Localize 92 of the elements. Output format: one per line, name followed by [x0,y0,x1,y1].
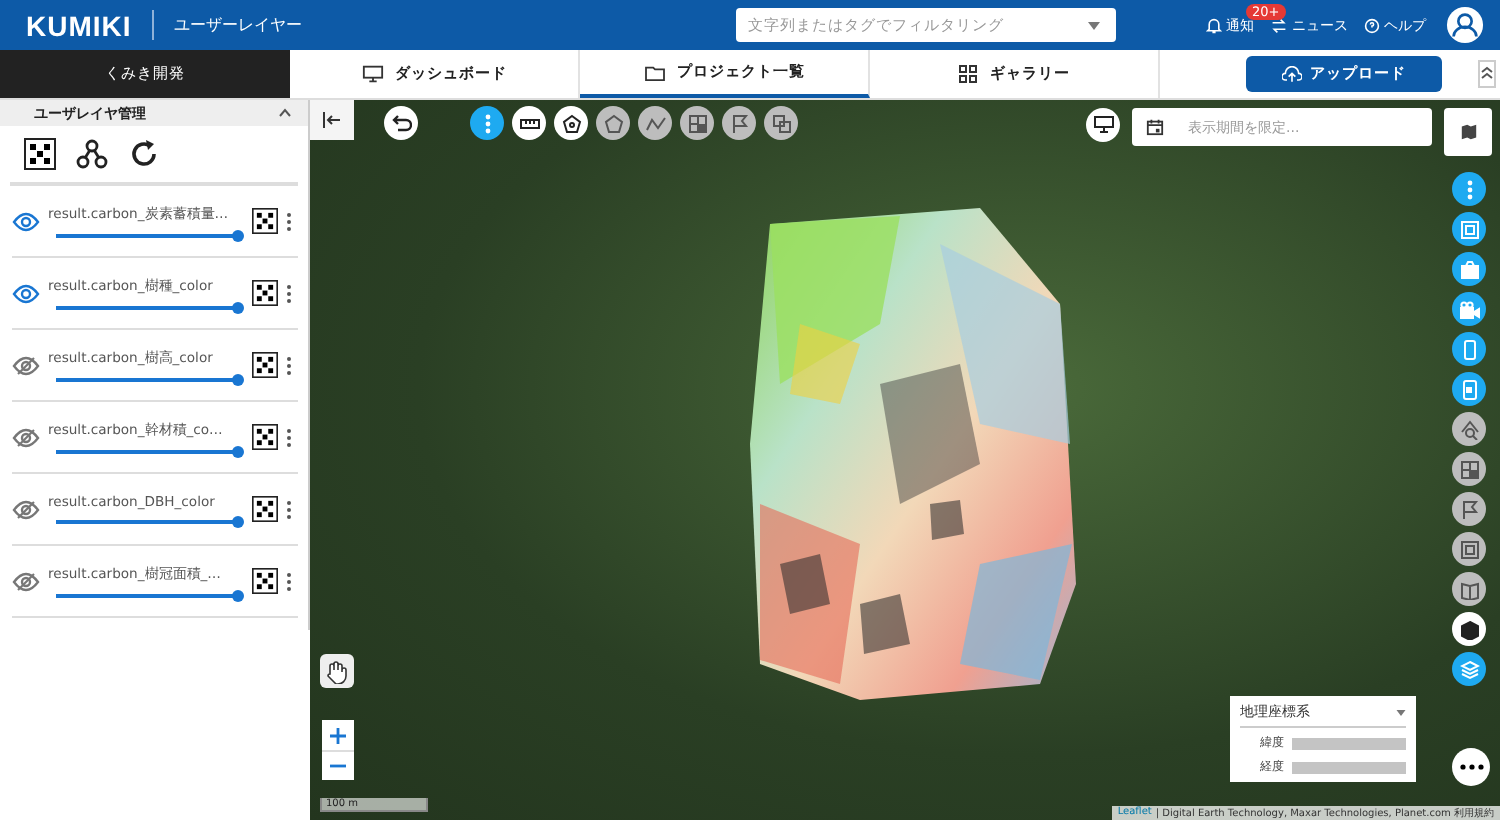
zoom-out-button[interactable] [322,750,354,780]
more-horizontal-icon [1459,764,1483,770]
tablet-icon [1459,379,1479,399]
map-rail-button[interactable] [1452,652,1486,686]
arrow-left-bar-icon [322,112,342,128]
bell-icon [1206,17,1222,33]
cube-icon [1459,619,1479,639]
cloud-upload-icon [1282,65,1302,83]
more-icon[interactable] [286,283,292,303]
map-layers-button[interactable] [1444,108,1492,156]
share-icon[interactable] [76,138,108,170]
map-tool-button[interactable] [680,106,714,140]
house-search-icon [1459,419,1479,439]
checker-icon[interactable] [252,280,278,306]
polyline-icon [645,113,665,133]
slider-thumb[interactable] [232,590,244,602]
eye-off-icon[interactable] [12,571,40,591]
grid-icon [1459,459,1479,479]
chevron-up-icon[interactable] [278,108,292,118]
calendar-icon [1146,118,1164,136]
undo-icon [391,114,411,132]
swap-arrows-icon [1270,17,1288,33]
map-tool-button[interactable] [512,106,546,140]
map-tool-button[interactable] [722,106,756,140]
folder-icon [643,63,665,81]
map-tool-button[interactable] [554,106,588,140]
map-rail-button[interactable] [1452,212,1486,246]
map-tool-button[interactable] [470,106,504,140]
caret-icon [1396,709,1406,715]
grid-icon [958,64,978,84]
latitude-value-bar [1292,737,1406,749]
phone-icon [1459,339,1479,359]
ruler-icon [519,113,539,133]
map-tool-button[interactable] [596,106,630,140]
eye-icon[interactable] [12,283,40,303]
logo[interactable]: KUMIKI [26,9,132,41]
frame-icon [1459,539,1479,559]
map-rail-button[interactable] [1452,572,1486,606]
slider-thumb[interactable] [232,446,244,458]
eye-off-icon[interactable] [12,355,40,375]
more-button[interactable] [1452,748,1490,786]
map-rail-button[interactable] [1452,292,1486,326]
hand-icon [326,659,348,683]
undo-button[interactable] [384,106,418,140]
map-tool-button[interactable] [638,106,672,140]
slider-thumb[interactable] [232,374,244,386]
map-rail-button[interactable] [1452,372,1486,406]
checker-icon[interactable] [252,424,278,450]
plus-icon [330,727,346,743]
user-avatar-icon[interactable] [1446,6,1484,44]
squares-icon [771,113,791,133]
map-rail-button[interactable] [1452,612,1486,646]
display-button[interactable] [1086,108,1120,142]
checker-icon[interactable] [252,208,278,234]
more-icon[interactable] [286,499,292,519]
page-subtitle: ユーザーレイヤー [173,14,302,36]
frame-icon [1459,219,1479,239]
eye-off-icon[interactable] [12,499,40,519]
more-icon[interactable] [286,427,292,447]
collapse-icon[interactable] [1478,60,1496,88]
eye-off-icon[interactable] [12,427,40,447]
map-icon [1459,122,1477,142]
checker-icon[interactable] [252,496,278,522]
more-icon[interactable] [286,355,292,375]
more-icon[interactable] [286,211,292,231]
checker-icon[interactable] [252,352,278,378]
longitude-value-bar [1292,761,1406,773]
layers-icon [1459,659,1479,679]
checker-icon[interactable] [24,138,56,170]
flag-icon [1459,499,1479,519]
map-rail-button[interactable] [1452,252,1486,286]
map-rail-button[interactable] [1452,332,1486,366]
caret-icon [1088,22,1100,30]
slider-thumb[interactable] [232,516,244,528]
refresh-icon[interactable] [128,138,160,170]
checker-icon[interactable] [252,568,278,594]
pentagon-icon [603,113,623,133]
video-camera-icon [1459,299,1479,319]
grid-icon [687,113,707,133]
flag-icon [729,113,749,133]
eye-icon[interactable] [12,211,40,231]
monitor-icon [361,64,383,84]
monitor-icon [1093,116,1113,134]
pan-hand-button[interactable] [320,654,354,688]
book-icon [1459,579,1479,599]
slider-thumb[interactable] [232,230,244,242]
collapse-panel-button[interactable] [310,100,354,140]
help-icon [1364,17,1380,33]
zoom-in-button[interactable] [322,720,354,750]
more-icon[interactable] [286,571,292,591]
map-rail-button[interactable] [1452,172,1486,206]
slider-thumb[interactable] [232,302,244,314]
